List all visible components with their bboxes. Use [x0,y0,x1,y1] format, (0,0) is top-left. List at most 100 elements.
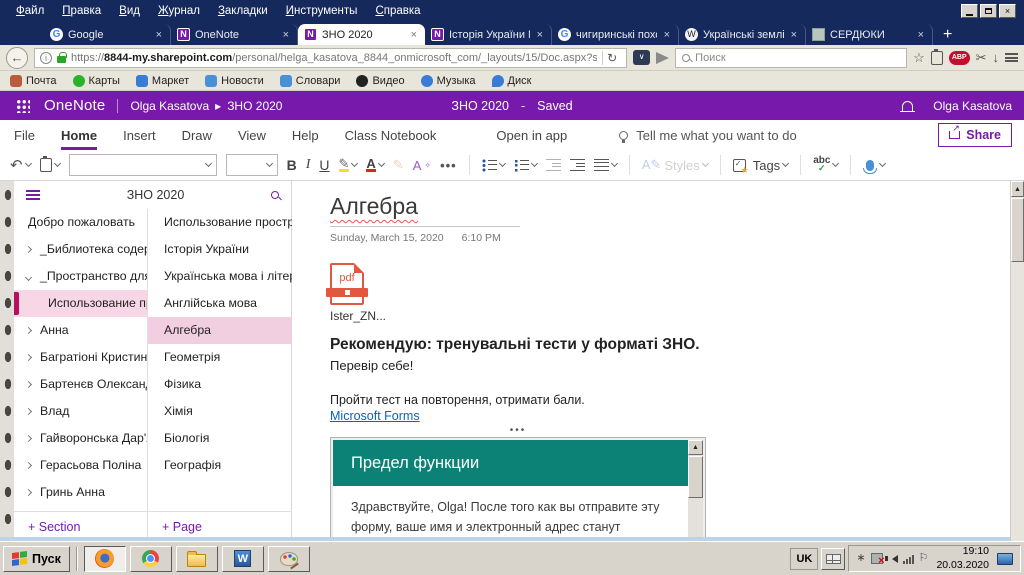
tab-close-icon[interactable]: × [409,29,419,41]
bookmark-video[interactable]: Видео [356,74,405,87]
share-button[interactable]: Share [938,123,1012,147]
account-name[interactable]: Olga Kasatova [933,99,1012,113]
display-monitor-icon[interactable] [997,552,1013,565]
paste-button[interactable] [39,156,61,172]
new-tab-button[interactable]: + [933,24,962,45]
microsoft-forms-link[interactable]: Microsoft Forms [330,409,420,423]
tell-me-box[interactable]: Tell me what you want to do [619,128,797,143]
ribbon-tab-view[interactable]: View [238,120,266,150]
increase-indent-button[interactable] [569,158,585,172]
nav-hamburger-icon[interactable] [26,190,40,200]
section-group[interactable]: Гринь Анна [14,479,147,506]
pdf-file-icon[interactable]: pdf [326,263,368,305]
adblock-icon[interactable]: ABP [948,50,970,65]
bulleted-list-button[interactable] [481,158,506,172]
section-group[interactable]: Анна [14,317,147,344]
menu-edit[interactable]: Правка [54,3,109,19]
bookmark-dictionaries[interactable]: Словари [279,74,340,87]
tab-close-icon[interactable]: × [789,29,799,41]
spell-check-button[interactable]: abc ✓ [813,156,840,173]
ribbon-tab-draw[interactable]: Draw [182,120,212,150]
font-color-button[interactable]: A [366,157,385,173]
ribbon-tab-help[interactable]: Help [292,120,319,150]
notebook-search-button[interactable] [271,191,279,199]
section-group[interactable]: Герасьова Поліна [14,452,147,479]
dictate-button[interactable] [863,159,887,174]
network-signal-icon[interactable] [902,554,914,564]
send-tab-icon[interactable] [656,51,670,64]
taskbar-explorer-button[interactable] [175,545,218,572]
ribbon-tab-home[interactable]: Home [60,120,98,150]
section-group[interactable]: Багратіоні Кристина [14,344,147,371]
font-size-select[interactable] [225,154,278,176]
decrease-indent-button[interactable] [545,158,561,172]
bookmark-mail[interactable]: Почта [10,74,57,87]
app-launcher-waffle-icon[interactable] [16,98,30,113]
bookmark-music[interactable]: Музыка [420,74,476,87]
section-group[interactable]: Влад [14,398,147,425]
menu-file[interactable]: Файл [8,3,52,19]
app-name[interactable]: OneNote [44,97,105,114]
chevron-right-icon[interactable] [24,488,33,496]
page-info-icon[interactable]: i [40,51,52,64]
bold-button[interactable]: B [287,157,297,173]
chevron-right-icon[interactable] [24,461,33,469]
section-group[interactable]: Гайворонська Дар'я [14,425,147,452]
back-button[interactable]: ← [6,46,28,69]
ribbon-tab-file[interactable]: File [14,120,35,150]
bookmark-news[interactable]: Новости [205,74,264,87]
taskbar-chrome-button[interactable] [129,545,172,572]
reload-button[interactable]: ↻ [602,50,621,65]
chevron-down-icon[interactable] [24,273,33,281]
tab-zno-2020-active[interactable]: ЗНО 2020 × [298,24,425,45]
open-in-app-button[interactable]: Open in app [496,120,567,150]
scroll-up-button[interactable]: ▲ [1011,181,1024,197]
window-scrollbar[interactable]: ▲ [1010,181,1024,541]
tab-history-notebook[interactable]: Історія України Notebook × [425,24,552,45]
scrollbar-thumb[interactable] [1011,198,1024,262]
section-item[interactable]: Добро пожаловать [14,209,147,236]
url-field[interactable]: i https://8844-my.sharepoint.com/persona… [34,47,628,68]
tab-close-icon[interactable]: × [281,29,291,41]
styles-button[interactable]: A✎ Styles [642,157,709,173]
forms-embed[interactable]: ••• Предел функции Здравствуйте, Olga! П… [330,426,706,541]
tab-close-icon[interactable]: × [916,29,926,41]
chevron-right-icon[interactable] [24,353,33,361]
highlight-button[interactable]: ✎ [338,157,359,173]
page-title-field[interactable]: Алгебра [330,193,520,227]
menu-hamburger-icon[interactable] [1005,53,1018,62]
bookmark-star-icon[interactable]: ☆ [913,51,925,64]
menu-tools[interactable]: Инструменты [278,3,366,19]
font-name-select[interactable] [68,154,217,176]
section-group-expanded[interactable]: _Пространство для с... [14,263,147,290]
menu-history[interactable]: Журнал [150,3,208,19]
chevron-right-icon[interactable] [24,407,33,415]
menu-bookmarks[interactable]: Закладки [210,3,276,19]
embed-frame[interactable]: Предел функции Здравствуйте, Olga! После… [330,437,706,541]
menu-help[interactable]: Справка [367,3,428,19]
chevron-right-icon[interactable] [24,380,33,388]
embed-scrollbar[interactable]: ▲ [688,440,703,539]
scrollbar-thumb[interactable] [688,456,703,498]
bookmark-maps[interactable]: Карты [72,74,120,87]
close-button[interactable]: × [999,4,1016,18]
pdf-attachment[interactable]: pdf Ister_ZN... [326,263,1010,323]
more-options-button[interactable]: ••• [440,158,457,173]
minimize-button[interactable] [961,4,978,18]
menu-view[interactable]: Вид [111,3,148,19]
undo-button[interactable]: ↶ [10,156,32,174]
chevron-right-icon[interactable] [24,245,33,253]
format-painter-button[interactable]: ✎ [393,157,404,173]
tab-close-icon[interactable]: × [662,29,672,41]
taskbar-paint-button[interactable] [267,545,310,572]
taskbar-firefox-button[interactable] [83,545,126,572]
tab-search-chyhyryn[interactable]: чигиринські походи – Пош × [552,24,679,45]
italic-button[interactable]: I [306,157,311,173]
scroll-up-button[interactable]: ▲ [688,440,703,455]
taskbar-word-button[interactable] [221,545,264,572]
language-indicator[interactable]: UK [790,547,819,570]
tags-button[interactable]: Tags [732,158,790,176]
tray-app-icon[interactable]: ∗ [856,553,865,564]
bookmark-disk[interactable]: Диск [491,74,531,87]
underline-button[interactable]: U [319,157,329,173]
